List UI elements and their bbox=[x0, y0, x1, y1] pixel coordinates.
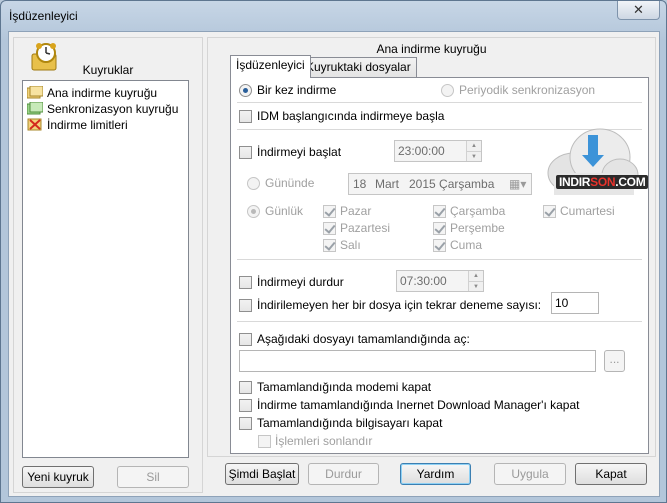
shutdown-computer-checkbox[interactable] bbox=[239, 417, 252, 430]
day-checkbox-tuesday[interactable] bbox=[323, 239, 336, 252]
delete-queue-button[interactable]: Sil bbox=[117, 466, 189, 488]
date-day: 18 bbox=[353, 177, 367, 191]
queue-item-main[interactable]: Ana indirme kuyruğu bbox=[27, 85, 157, 101]
stop-time-value: 07:30:00 bbox=[400, 274, 447, 288]
queue-item-label: Senkronizasyon kuyruğu bbox=[47, 102, 179, 116]
day-checkbox-friday[interactable] bbox=[433, 239, 446, 252]
queue-name-heading: Ana indirme kuyruğu bbox=[376, 42, 487, 56]
retry-label[interactable]: İndirilemeyen her bir dosya için tekrar … bbox=[257, 298, 541, 312]
close-window-button[interactable]: ✕ bbox=[617, 1, 660, 20]
date-month: Mart bbox=[375, 177, 399, 191]
tab-scheduler[interactable]: İşdüzenleyici bbox=[230, 55, 311, 78]
start-download-label[interactable]: İndirmeyi başlat bbox=[257, 145, 341, 159]
browse-button[interactable]: ... bbox=[604, 350, 625, 372]
indirson-logo: INDIRSON.COM bbox=[544, 123, 649, 203]
day-checkbox-saturday[interactable] bbox=[543, 205, 556, 218]
periodic-sync-label[interactable]: Periyodik senkronizasyon bbox=[459, 83, 595, 97]
day-checkbox-sunday[interactable] bbox=[323, 205, 336, 218]
window-title: İşdüzenleyici bbox=[9, 9, 78, 23]
new-queue-button[interactable]: Yeni kuyruk bbox=[22, 466, 94, 488]
daily-label[interactable]: Günlük bbox=[265, 204, 303, 218]
retry-checkbox[interactable] bbox=[239, 299, 252, 312]
scheduler-tab-content: Bir kez indirme Periyodik senkronizasyon… bbox=[230, 77, 649, 454]
separator bbox=[237, 321, 642, 322]
day-label-tuesday[interactable]: Salı bbox=[340, 238, 361, 252]
cloud-download-icon bbox=[547, 128, 639, 195]
day-label-thursday[interactable]: Perşembe bbox=[450, 221, 505, 235]
logo-text-a: INDIR bbox=[559, 175, 591, 189]
periodic-sync-radio[interactable] bbox=[441, 84, 454, 97]
download-once-radio[interactable] bbox=[239, 84, 252, 97]
scheduler-window: İşdüzenleyici ✕ Kuyruklar Ana indirme ku… bbox=[0, 0, 667, 503]
logo-text-c: .COM bbox=[615, 175, 646, 189]
start-time-spinner[interactable]: ▲ ▼ bbox=[466, 141, 481, 161]
stop-time-spinner[interactable]: ▲ ▼ bbox=[468, 271, 483, 291]
queue-item-label: İndirme limitleri bbox=[47, 118, 128, 132]
stop-download-checkbox[interactable] bbox=[239, 276, 252, 289]
date-year-weekday: 2015 Çarşamba bbox=[409, 177, 495, 191]
exit-idm-label[interactable]: İndirme tamamlandığında Inernet Download… bbox=[257, 398, 579, 412]
kill-processes-checkbox[interactable] bbox=[258, 435, 271, 448]
date-picker[interactable]: 18 Mart 2015 Çarşamba ▦▾ bbox=[348, 173, 532, 195]
kill-processes-label[interactable]: İşlemleri sonlandır bbox=[275, 434, 372, 448]
retry-count-value: 10 bbox=[555, 296, 569, 310]
stop-time-input[interactable]: 07:30:00 ▲ ▼ bbox=[396, 270, 484, 292]
day-label-monday[interactable]: Pazartesi bbox=[340, 221, 390, 235]
dialog-body: Kuyruklar Ana indirme kuyruğu Senkroniza… bbox=[8, 31, 660, 497]
day-checkbox-monday[interactable] bbox=[323, 222, 336, 235]
calendar-dropdown-icon[interactable]: ▦▾ bbox=[509, 174, 526, 194]
queues-panel: Kuyruklar Ana indirme kuyruğu Senkroniza… bbox=[13, 37, 203, 493]
title-bar[interactable]: İşdüzenleyici ✕ bbox=[1, 1, 666, 31]
day-checkbox-wednesday[interactable] bbox=[433, 205, 446, 218]
queues-heading: Kuyruklar bbox=[82, 63, 134, 77]
day-label-saturday[interactable]: Cumartesi bbox=[560, 204, 615, 218]
close-button[interactable]: Kapat bbox=[575, 463, 647, 485]
on-day-radio[interactable] bbox=[247, 177, 260, 190]
day-label-sunday[interactable]: Pazar bbox=[340, 204, 371, 218]
start-time-input[interactable]: 23:00:00 ▲ ▼ bbox=[394, 140, 482, 162]
day-label-friday[interactable]: Cuma bbox=[450, 238, 482, 252]
separator bbox=[237, 259, 642, 260]
queue-item-label: Ana indirme kuyruğu bbox=[47, 86, 158, 100]
shutdown-computer-label[interactable]: Tamamlandığında bilgisayarı kapat bbox=[257, 416, 442, 430]
spin-up-icon[interactable]: ▲ bbox=[467, 141, 481, 151]
help-button[interactable]: Yardım bbox=[400, 463, 471, 485]
queue-list[interactable]: Ana indirme kuyruğu Senkronizasyon kuyru… bbox=[22, 80, 189, 458]
hangup-modem-checkbox[interactable] bbox=[239, 381, 252, 394]
start-on-idm-startup-label[interactable]: IDM başlangıcında indirmeye başla bbox=[257, 109, 444, 123]
daily-radio[interactable] bbox=[247, 205, 260, 218]
spin-up-icon[interactable]: ▲ bbox=[469, 271, 483, 281]
limits-icon bbox=[27, 118, 42, 131]
stop-button[interactable]: Durdur bbox=[308, 463, 379, 485]
logo-text-b: SON bbox=[590, 175, 616, 189]
on-day-label[interactable]: Gününde bbox=[265, 176, 314, 190]
sync-queue-icon bbox=[27, 102, 43, 115]
tab-queue-files[interactable]: Kuyruktaki dosyalar bbox=[300, 57, 417, 78]
day-label-wednesday[interactable]: Çarşamba bbox=[450, 204, 505, 218]
open-file-label[interactable]: Aşağıdaki dosyayı tamamlandığında aç: bbox=[257, 332, 470, 346]
main-queue-icon bbox=[27, 86, 43, 99]
queue-item-limits[interactable]: İndirme limitleri bbox=[27, 117, 128, 133]
retry-count-input[interactable]: 10 bbox=[551, 292, 599, 314]
open-file-path-input[interactable] bbox=[239, 350, 596, 372]
logo-wordmark: INDIRSON.COM bbox=[556, 175, 649, 189]
download-once-label[interactable]: Bir kez indirme bbox=[257, 83, 336, 97]
start-on-idm-startup-checkbox[interactable] bbox=[239, 110, 252, 123]
exit-idm-checkbox[interactable] bbox=[239, 399, 252, 412]
stop-download-label[interactable]: İndirmeyi durdur bbox=[257, 275, 344, 289]
separator bbox=[237, 102, 642, 103]
open-file-checkbox[interactable] bbox=[239, 333, 252, 346]
day-checkbox-thursday[interactable] bbox=[433, 222, 446, 235]
queue-settings-panel: Ana indirme kuyruğu İşdüzenleyici Kuyruk… bbox=[207, 37, 656, 457]
apply-button[interactable]: Uygula bbox=[494, 463, 566, 485]
spin-down-icon[interactable]: ▼ bbox=[469, 281, 483, 291]
spin-down-icon[interactable]: ▼ bbox=[467, 151, 481, 161]
start-download-checkbox[interactable] bbox=[239, 146, 252, 159]
hangup-modem-label[interactable]: Tamamlandığında modemi kapat bbox=[257, 380, 431, 394]
queue-item-sync[interactable]: Senkronizasyon kuyruğu bbox=[27, 101, 178, 117]
start-now-button[interactable]: Şimdi Başlat bbox=[225, 463, 299, 485]
start-time-value: 23:00:00 bbox=[398, 144, 445, 158]
